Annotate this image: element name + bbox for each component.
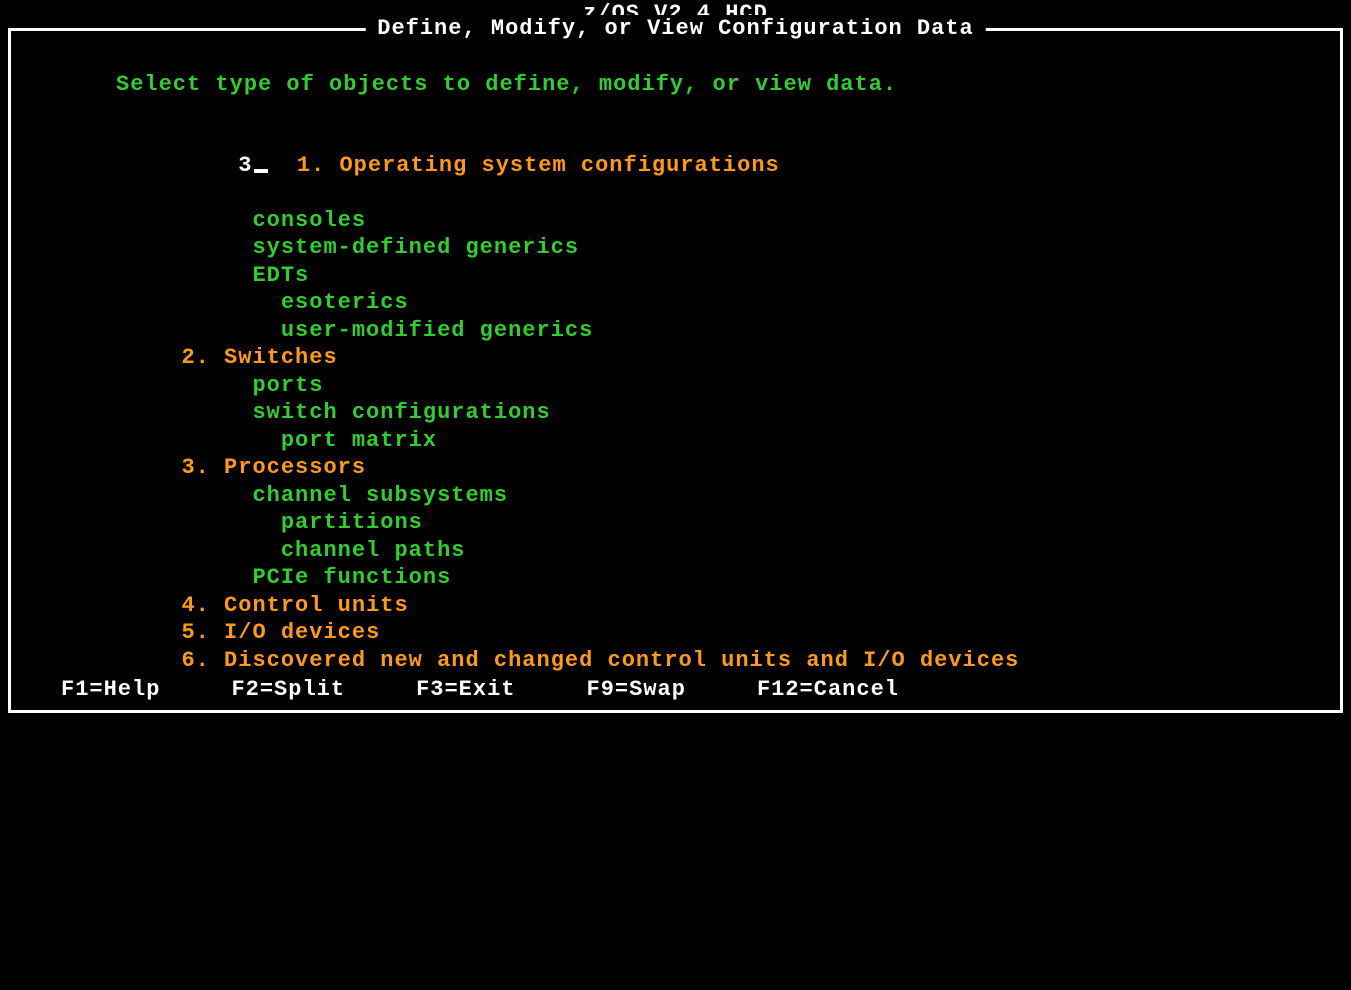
- cursor-icon: [254, 169, 268, 173]
- fkey-cancel[interactable]: F12=Cancel: [757, 677, 899, 702]
- sub-partitions: partitions: [11, 509, 1340, 537]
- panel-frame: Define, Modify, or View Configuration Da…: [8, 28, 1343, 713]
- menu-item-5[interactable]: 5. I/O devices: [11, 619, 1340, 647]
- menu-item-1[interactable]: 1. Operating system configurations: [268, 153, 779, 178]
- menu-item-3[interactable]: 3. Processors: [11, 454, 1340, 482]
- sub-edts: EDTs: [11, 262, 1340, 290]
- sub-sysdef-generics: system-defined generics: [11, 234, 1340, 262]
- sub-switch-configs: switch configurations: [11, 399, 1340, 427]
- sub-channel-subsystems: channel subsystems: [11, 482, 1340, 510]
- fkey-swap[interactable]: F9=Swap: [587, 677, 686, 702]
- menu-item-4[interactable]: 4. Control units: [11, 592, 1340, 620]
- fkey-help[interactable]: F1=Help: [61, 677, 160, 702]
- fkey-split[interactable]: F2=Split: [231, 677, 345, 702]
- fkey-exit[interactable]: F3=Exit: [416, 677, 515, 702]
- sub-port-matrix: port matrix: [11, 427, 1340, 455]
- sub-esoterics: esoterics: [11, 289, 1340, 317]
- panel-title: Define, Modify, or View Configuration Da…: [365, 15, 986, 43]
- sub-user-mod-generics: user-modified generics: [11, 317, 1340, 345]
- selection-input[interactable]: 3: [238, 153, 268, 178]
- function-keys: F1=Help F2=Split F3=Exit F9=Swap F12=Can…: [11, 674, 1340, 704]
- sub-channel-paths: channel paths: [11, 537, 1340, 565]
- instruction-text: Select type of objects to define, modify…: [11, 71, 1340, 99]
- sub-consoles: consoles: [11, 207, 1340, 235]
- sub-pcie-functions: PCIe functions: [11, 564, 1340, 592]
- sub-ports: ports: [11, 372, 1340, 400]
- menu-item-6[interactable]: 6. Discovered new and changed control un…: [11, 647, 1340, 675]
- menu-item-2[interactable]: 2. Switches: [11, 344, 1340, 372]
